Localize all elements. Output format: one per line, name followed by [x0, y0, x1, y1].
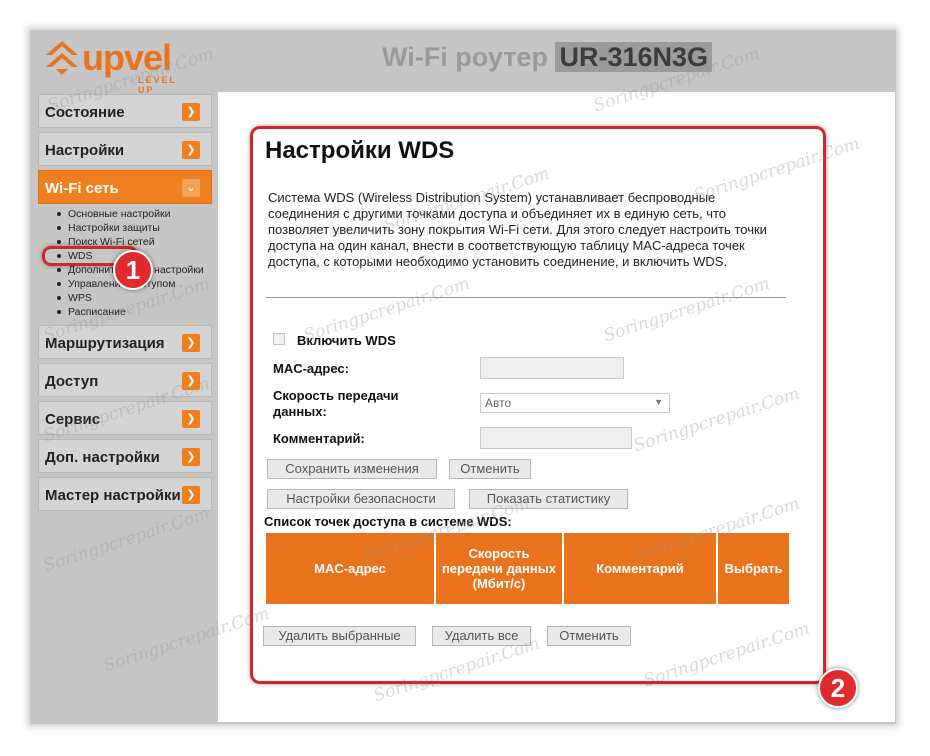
header-model: UR-316N3G [555, 42, 713, 72]
chevron-right-icon: ❯ [182, 334, 200, 352]
submenu-security[interactable]: Настройки защиты [54, 221, 212, 235]
chevron-down-icon: ⌄ [182, 179, 200, 197]
chevron-right-icon: ❯ [182, 141, 200, 159]
chevron-right-icon: ❯ [182, 103, 200, 121]
sidebar-item-routing[interactable]: Маршрутизация ❯ [38, 325, 212, 359]
header-title-text: Wi-Fi роутер [382, 42, 548, 72]
sidebar: Состояние ❯ Настройки ❯ Wi-Fi сеть ⌄ Осн… [38, 94, 212, 515]
upvel-logo: upvel LEVEL UP [44, 37, 194, 95]
chevron-right-icon: ❯ [182, 448, 200, 466]
sidebar-item-label: Доп. настройки [45, 449, 160, 466]
sidebar-item-wifi[interactable]: Wi-Fi сеть ⌄ [38, 170, 212, 204]
sidebar-item-label: Доступ [45, 373, 99, 390]
sidebar-item-label: Сервис [45, 411, 101, 428]
sidebar-item-extra[interactable]: Доп. настройки ❯ [38, 439, 212, 473]
sidebar-item-label: Состояние [45, 104, 125, 121]
sidebar-item-label: Настройки [45, 142, 125, 159]
annotation-badge-2: 2 [818, 668, 858, 708]
chevron-right-icon: ❯ [182, 486, 200, 504]
sidebar-item-access[interactable]: Доступ ❯ [38, 363, 212, 397]
sidebar-item-label: Маршрутизация [45, 335, 165, 352]
sidebar-item-status[interactable]: Состояние ❯ [38, 94, 212, 128]
logo-chevron-icon [46, 41, 78, 75]
chevron-right-icon: ❯ [182, 410, 200, 428]
sidebar-item-wizard[interactable]: Мастер настройки ❯ [38, 477, 212, 511]
sidebar-item-settings[interactable]: Настройки ❯ [38, 132, 212, 166]
submenu-basic[interactable]: Основные настройки [54, 207, 212, 221]
sidebar-item-label: Мастер настройки [45, 487, 181, 504]
chevron-right-icon: ❯ [182, 372, 200, 390]
sidebar-item-label: Wi-Fi сеть [45, 180, 119, 197]
logo-text: upvel [82, 37, 172, 78]
annotation-badge-1: 1 [113, 250, 153, 290]
submenu-wps[interactable]: WPS [54, 291, 212, 305]
annotation-box-settings [250, 126, 826, 684]
sidebar-item-service[interactable]: Сервис ❯ [38, 401, 212, 435]
page-header-title: Wi-Fi роутер UR-316N3G [382, 42, 713, 73]
logo-subtitle: LEVEL UP [138, 75, 177, 95]
submenu-schedule[interactable]: Расписание [54, 305, 212, 319]
